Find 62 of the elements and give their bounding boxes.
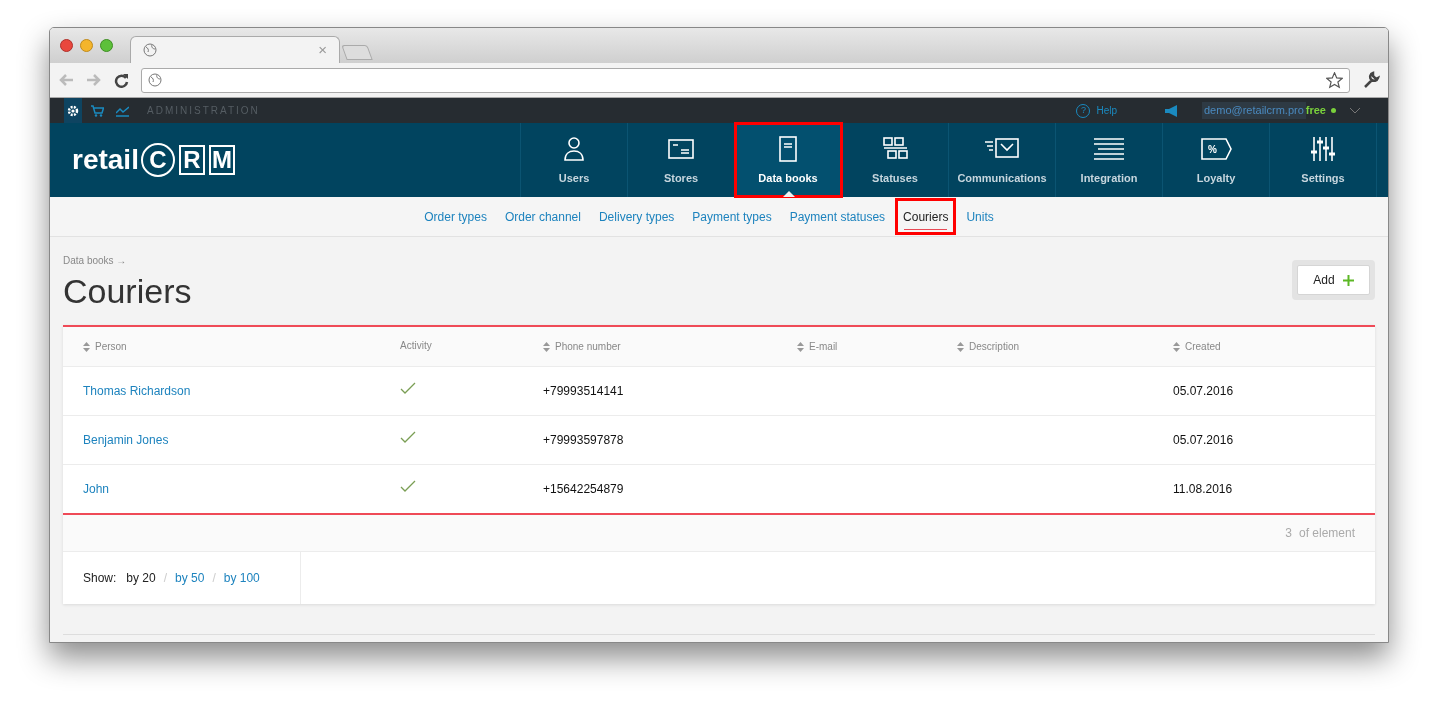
close-window-icon[interactable] xyxy=(60,39,73,52)
cart-icon[interactable] xyxy=(91,104,104,117)
nav-item[interactable]: Data books xyxy=(735,123,842,197)
table-cell: +79993597878 xyxy=(543,433,624,447)
globe-icon xyxy=(143,43,157,57)
sub-nav-tab[interactable]: Order channel xyxy=(495,197,590,236)
sub-nav-tab[interactable]: Payment types xyxy=(683,197,781,236)
logo: retail C R M xyxy=(50,123,520,197)
sort-icon[interactable] xyxy=(1173,341,1180,352)
table-cell: 05.07.2016 xyxy=(1173,384,1234,398)
chevron-down-icon[interactable] xyxy=(1350,107,1360,114)
sub-nav-tab[interactable]: Payment statuses xyxy=(780,197,895,236)
table-cell: +15642254879 xyxy=(543,482,624,496)
star-icon[interactable] xyxy=(1326,71,1343,89)
person-link[interactable]: Thomas Richardson xyxy=(83,384,191,398)
minimize-window-icon[interactable] xyxy=(80,39,93,52)
column-header[interactable]: E-mail xyxy=(809,339,838,354)
sort-icon[interactable] xyxy=(797,341,804,352)
breadcrumb[interactable]: Data books → xyxy=(63,253,192,268)
zoom-window-icon[interactable] xyxy=(100,39,113,52)
show-label: Show: xyxy=(83,570,117,587)
sub-nav-tab[interactable]: Couriers xyxy=(894,197,958,236)
plus-icon xyxy=(1342,274,1354,286)
address-field[interactable] xyxy=(141,67,1350,93)
page-size-option[interactable]: by 20 xyxy=(126,569,156,587)
element-count: 3 xyxy=(1285,525,1292,542)
column-header[interactable]: Description xyxy=(969,339,1020,354)
tab-close-icon[interactable]: × xyxy=(318,38,327,62)
back-arrow-icon[interactable] xyxy=(58,73,74,87)
separator: / xyxy=(163,570,168,587)
person-link[interactable]: John xyxy=(83,482,110,496)
table-cell: +79993514141 xyxy=(543,384,624,398)
column-header[interactable]: Person xyxy=(95,339,127,354)
column-header[interactable]: Phone number xyxy=(555,339,621,354)
column-header[interactable]: Created xyxy=(1185,339,1221,354)
person-link[interactable]: Benjamin Jones xyxy=(83,433,169,447)
gear-icon[interactable] xyxy=(64,98,82,123)
new-tab-icon[interactable] xyxy=(341,45,373,60)
plan-label: free xyxy=(1305,103,1326,119)
count-label: of element xyxy=(1298,525,1355,542)
sort-icon[interactable] xyxy=(543,341,550,352)
globe-icon xyxy=(148,73,162,87)
browser-tab[interactable]: × xyxy=(130,36,340,63)
table-cell: 05.07.2016 xyxy=(1173,433,1234,447)
trend-line-icon[interactable] xyxy=(116,104,129,117)
wrench-icon[interactable] xyxy=(1362,71,1380,89)
table-cell: 11.08.2016 xyxy=(1173,482,1233,496)
sort-icon[interactable] xyxy=(957,341,964,352)
forward-arrow-icon[interactable] xyxy=(86,73,102,87)
reload-icon[interactable] xyxy=(114,72,129,88)
sub-nav-tab[interactable]: Units xyxy=(957,197,1003,236)
help-link[interactable]: Help xyxy=(1096,103,1117,118)
sub-nav-tab[interactable]: Order types xyxy=(415,197,496,236)
user-email[interactable]: demo@retailcrm.pro xyxy=(1202,102,1306,119)
column-header: Activity xyxy=(400,339,432,353)
separator: / xyxy=(212,570,216,587)
add-button[interactable]: Add xyxy=(1297,265,1370,295)
page-title: Couriers xyxy=(63,271,192,312)
sub-nav-tab[interactable]: Delivery types xyxy=(589,197,684,236)
page-size-option[interactable]: by 50 xyxy=(175,569,205,587)
page-size-option[interactable]: by 100 xyxy=(223,569,260,587)
sort-icon[interactable] xyxy=(83,341,90,352)
